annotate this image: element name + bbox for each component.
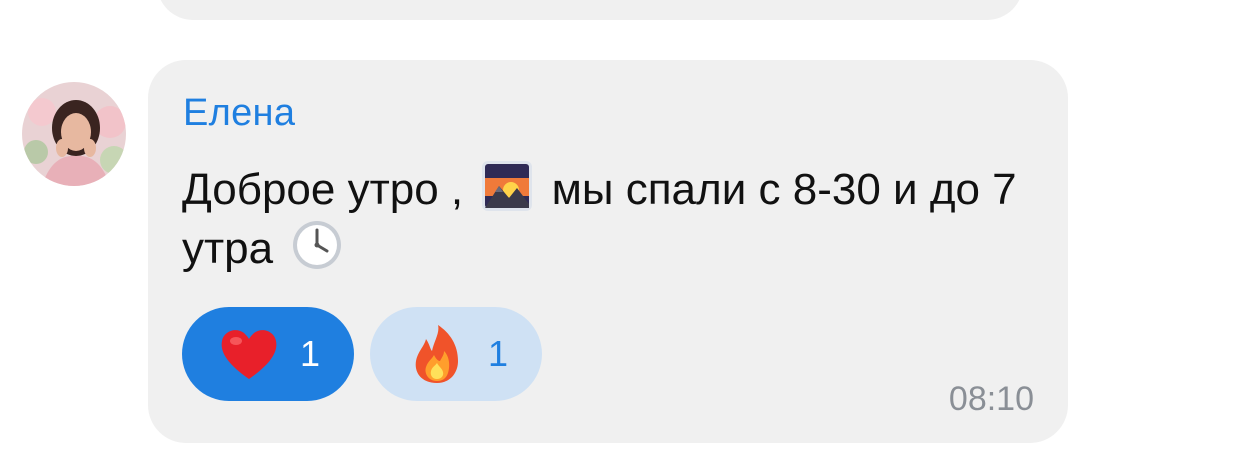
sunrise-icon <box>481 160 533 212</box>
avatar[interactable] <box>22 82 126 186</box>
clock-icon <box>291 219 343 271</box>
reaction-heart-count: 1 <box>300 333 321 374</box>
message-text-part-1: Доброе утро , <box>182 165 464 214</box>
sender-name[interactable]: Елена <box>183 92 295 135</box>
previous-message-bubble <box>157 0 1023 20</box>
reaction-heart-button[interactable]: 1 <box>182 307 354 401</box>
message-bubble[interactable]: Елена Доброе утро , мы спали с 8-30 и до… <box>148 60 1068 443</box>
heart-icon <box>221 330 277 379</box>
reaction-fire-count: 1 <box>488 333 509 374</box>
message-text: Доброе утро , мы спали с 8-30 и до 7 утр… <box>182 160 1042 278</box>
fire-icon <box>415 325 458 383</box>
reactions-bar: 1 1 <box>182 307 542 401</box>
message-timestamp: 08:10 <box>948 380 1034 418</box>
reaction-fire-button[interactable]: 1 <box>370 307 542 401</box>
